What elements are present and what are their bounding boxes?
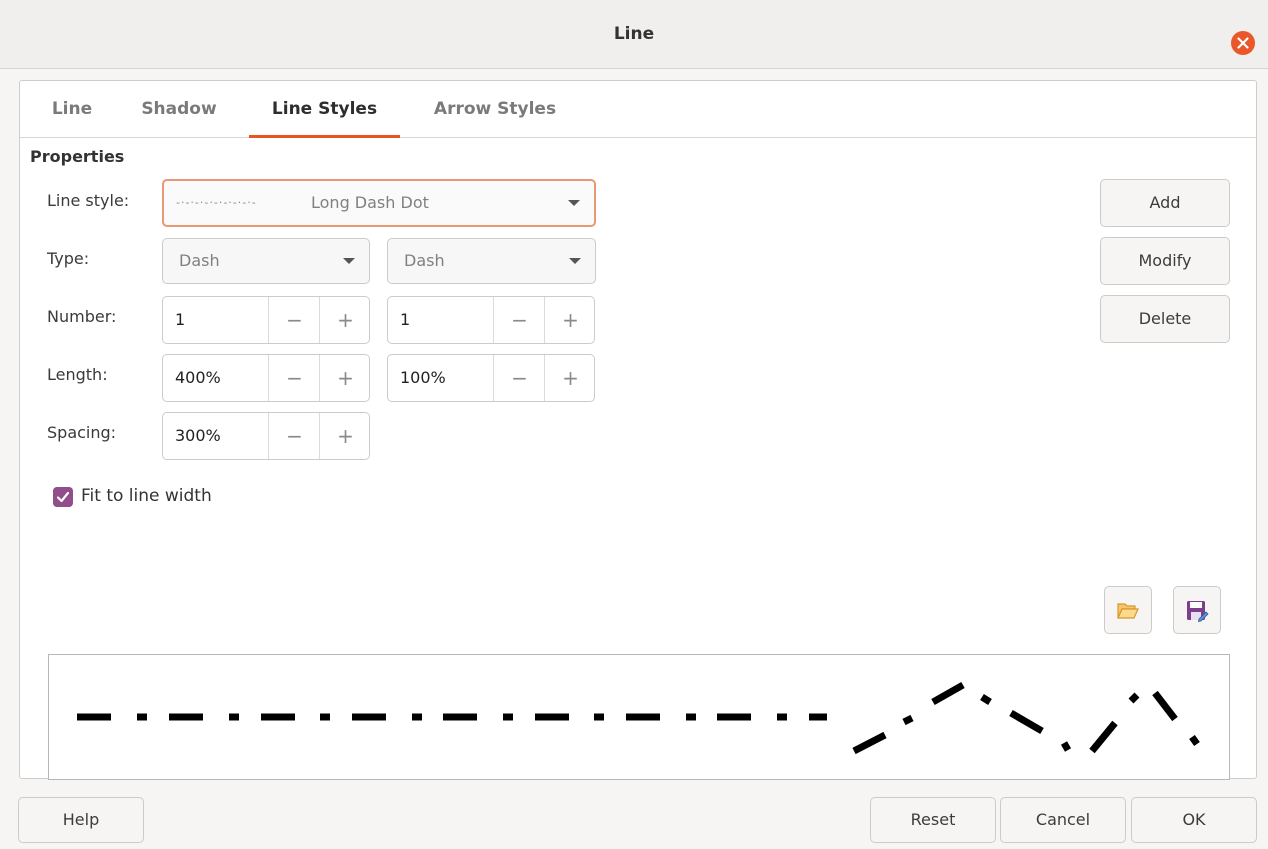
increment-button[interactable]: +	[319, 297, 371, 343]
open-folder-icon	[1117, 603, 1139, 619]
add-button[interactable]: Add	[1100, 179, 1230, 227]
modify-button[interactable]: Modify	[1100, 237, 1230, 285]
preview-dash	[931, 681, 965, 706]
reset-button[interactable]: Reset	[870, 797, 996, 843]
decrement-button[interactable]: −	[268, 413, 320, 459]
number-label: Number:	[47, 307, 117, 326]
tab-shadow[interactable]: Shadow	[134, 81, 224, 135]
number2-stepper[interactable]: 1 − +	[387, 296, 595, 344]
type-label: Type:	[47, 249, 90, 268]
type2-value: Dash	[404, 251, 445, 270]
increment-button[interactable]: +	[544, 355, 596, 401]
length1-value[interactable]: 400%	[175, 355, 221, 401]
help-button[interactable]: Help	[18, 797, 144, 843]
decrement-button[interactable]: −	[493, 297, 545, 343]
chevron-down-icon	[343, 258, 355, 264]
preview-dash	[1152, 690, 1178, 722]
fit-to-line-width-label[interactable]: Fit to line width	[81, 486, 212, 506]
spacing-stepper[interactable]: 300% − +	[162, 412, 370, 460]
increment-button[interactable]: +	[319, 413, 371, 459]
tab-panel: Line Shadow Line Styles Arrow Styles Pro…	[19, 80, 1257, 780]
tab-line[interactable]: Line	[44, 81, 100, 135]
decrement-button[interactable]: −	[493, 355, 545, 401]
preview-dash	[1009, 709, 1044, 735]
number1-value[interactable]: 1	[175, 297, 185, 343]
tab-arrow-styles[interactable]: Arrow Styles	[424, 81, 566, 135]
spacing-label: Spacing:	[47, 423, 117, 442]
decrement-button[interactable]: −	[268, 355, 320, 401]
load-line-styles-button[interactable]	[1104, 586, 1152, 634]
spacing-value[interactable]: 300%	[175, 413, 221, 459]
save-line-styles-button[interactable]	[1173, 586, 1221, 634]
save-icon	[1187, 601, 1209, 623]
decrement-button[interactable]: −	[268, 297, 320, 343]
checkmark-icon	[56, 491, 70, 503]
line-style-label: Line style:	[47, 191, 130, 210]
line-style-value: Long Dash Dot	[311, 193, 429, 212]
tab-line-styles[interactable]: Line Styles	[249, 81, 400, 138]
line-style-preview	[48, 654, 1230, 780]
increment-button[interactable]: +	[319, 355, 371, 401]
number2-value[interactable]: 1	[400, 297, 410, 343]
length1-stepper[interactable]: 400% − +	[162, 354, 370, 402]
tab-bar: Line Shadow Line Styles Arrow Styles	[20, 81, 1256, 138]
delete-button[interactable]: Delete	[1100, 295, 1230, 343]
line-style-dropdown[interactable]: -·-·-·-·-·-·-·-·- Long Dash Dot	[162, 179, 596, 227]
properties-heading: Properties	[30, 147, 125, 166]
close-button[interactable]	[1231, 31, 1255, 55]
preview-dot	[902, 714, 914, 726]
title-bar: Line	[0, 0, 1268, 69]
ok-button[interactable]: OK	[1131, 797, 1257, 843]
chevron-down-icon	[569, 258, 581, 264]
line-preview-drawing	[77, 681, 1200, 755]
cancel-button[interactable]: Cancel	[1000, 797, 1126, 843]
increment-button[interactable]: +	[544, 297, 596, 343]
type2-dropdown[interactable]: Dash	[387, 238, 596, 284]
type1-value: Dash	[179, 251, 220, 270]
preview-dot	[1060, 741, 1072, 752]
preview-dot	[1189, 734, 1200, 747]
number1-stepper[interactable]: 1 − +	[162, 296, 370, 344]
type1-dropdown[interactable]: Dash	[162, 238, 370, 284]
chevron-down-icon	[568, 200, 580, 206]
dialog-body: Line Shadow Line Styles Arrow Styles Pro…	[0, 69, 1268, 849]
line-style-sample: -·-·-·-·-·-·-·-·-	[176, 196, 257, 209]
preview-dash	[1089, 720, 1118, 754]
preview-dash	[852, 731, 887, 755]
length-label: Length:	[47, 365, 108, 384]
length2-stepper[interactable]: 100% − +	[387, 354, 595, 402]
preview-dot	[980, 694, 992, 705]
close-icon	[1237, 37, 1249, 49]
preview-dot	[1128, 692, 1140, 704]
dialog-title: Line	[613, 24, 655, 44]
fit-to-line-width-checkbox[interactable]	[53, 487, 73, 507]
length2-value[interactable]: 100%	[400, 355, 446, 401]
